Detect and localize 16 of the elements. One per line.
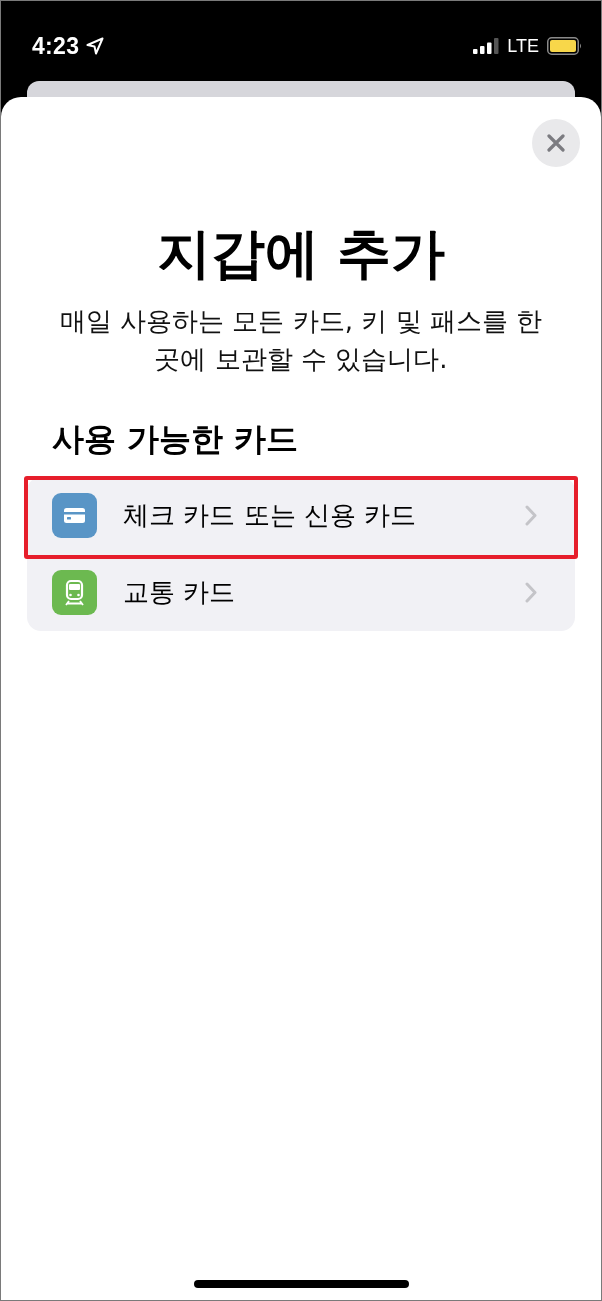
list-item[interactable]: 교통 카드 bbox=[27, 554, 575, 631]
signal-icon bbox=[473, 38, 500, 54]
location-arrow-icon bbox=[86, 37, 105, 55]
close-button[interactable] bbox=[532, 119, 580, 167]
train-icon bbox=[52, 570, 97, 615]
credit-card-icon bbox=[52, 493, 97, 538]
battery-icon bbox=[547, 37, 582, 55]
section-heading: 사용 가능한 카드 bbox=[52, 421, 300, 457]
sheet-description: 매일 사용하는 모든 카드, 키 및 패스를 한 곳에 보관할 수 있습니다. bbox=[58, 305, 544, 376]
status-time: 4:23 bbox=[32, 32, 80, 60]
network-type: LTE bbox=[507, 35, 539, 57]
chevron-right-icon bbox=[525, 582, 537, 603]
chevron-right-icon bbox=[525, 505, 537, 526]
list-item[interactable]: 체크 카드 또는 신용 카드 bbox=[27, 477, 575, 554]
close-icon bbox=[547, 134, 565, 152]
sheet-title: 지갑에 추가 bbox=[155, 223, 447, 285]
